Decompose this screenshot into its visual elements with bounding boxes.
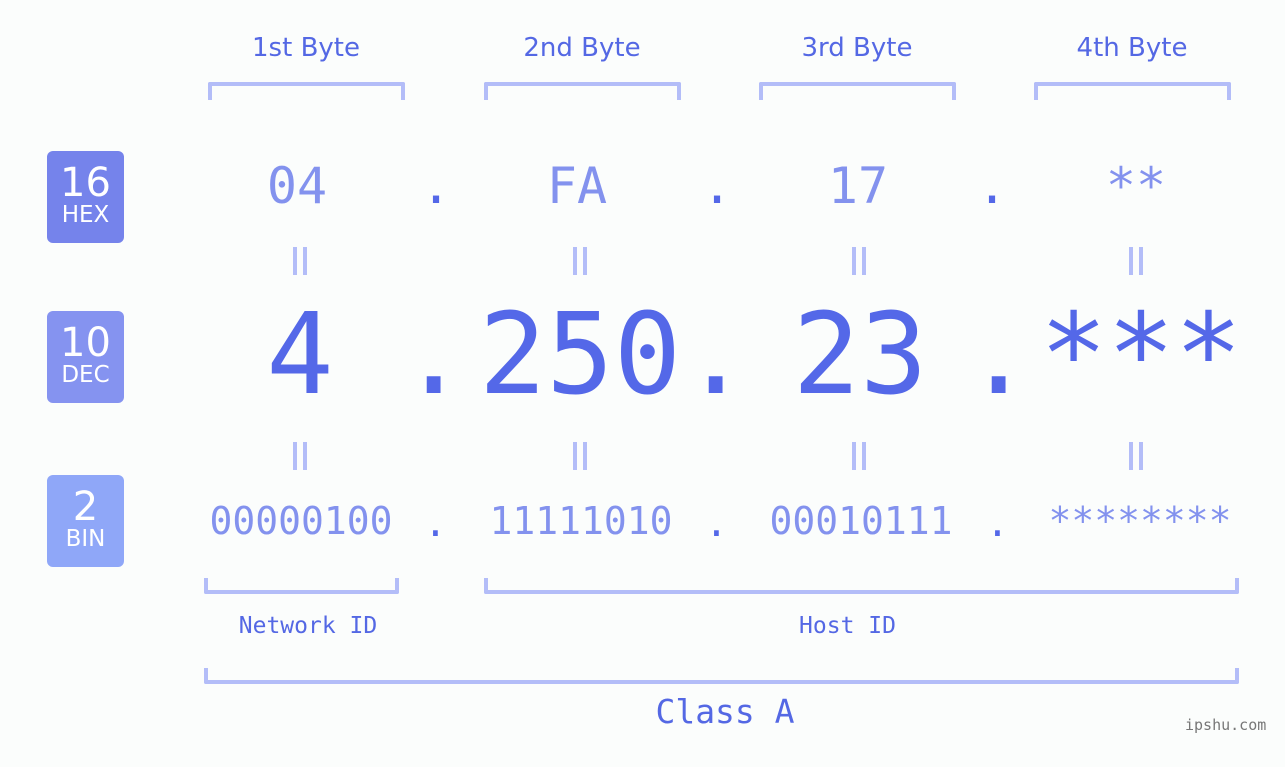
dec-dot-3: . [965,290,1033,420]
byte-bracket-3 [759,82,956,100]
dec-byte-1: 4 [266,290,334,420]
hex-byte-3: 17 [827,157,889,215]
equals-icon [573,247,587,275]
network-id-bracket [204,578,399,594]
dec-badge-label: DEC [61,362,110,388]
equals-icon [852,247,866,275]
dec-badge-base: 10 [60,320,111,366]
hex-badge-base: 16 [60,160,111,206]
hex-badge: 16 HEX [47,151,124,243]
dec-byte-2: 250 [478,290,682,420]
hex-byte-4: ** [1105,157,1167,215]
class-bracket [204,668,1239,684]
byte-bracket-1 [208,82,405,100]
bin-badge-label: BIN [65,526,106,552]
byte-bracket-2 [484,82,681,100]
bin-dot-2: . [705,501,728,545]
equals-icon [293,442,307,470]
byte-header-1: 1st Byte [252,33,360,63]
class-label: Class A [655,692,795,731]
equals-icon [293,247,307,275]
dec-badge: 10 DEC [47,311,124,403]
hex-dot-2: . [702,157,733,215]
hex-byte-1: 04 [266,157,328,215]
bin-byte-4: ******** [1048,499,1232,543]
equals-icon [1129,442,1143,470]
bin-byte-2: 11111010 [489,499,673,543]
bin-badge-base: 2 [72,484,99,530]
equals-icon [852,442,866,470]
bin-dot-1: . [424,501,447,545]
byte-header-2: 2nd Byte [523,33,641,63]
bin-badge: 2 BIN [47,475,124,567]
dec-dot-1: . [400,290,468,420]
dec-dot-2: . [682,290,750,420]
bin-byte-3: 00010111 [769,499,953,543]
byte-header-4: 4th Byte [1076,33,1188,63]
host-id-bracket [484,578,1239,594]
host-id-label: Host ID [799,613,896,639]
hex-dot-3: . [977,157,1008,215]
equals-icon [573,442,587,470]
byte-bracket-4 [1034,82,1231,100]
dec-byte-3: 23 [792,290,928,420]
hex-byte-2: FA [546,157,608,215]
byte-header-3: 3rd Byte [801,33,913,63]
bin-byte-1: 00000100 [209,499,393,543]
watermark: ipshu.com [1185,716,1267,734]
dec-byte-4: *** [1039,290,1243,420]
bin-dot-3: . [986,501,1009,545]
hex-badge-label: HEX [61,202,110,228]
equals-icon [1129,247,1143,275]
hex-dot-1: . [421,157,452,215]
network-id-label: Network ID [238,613,378,639]
